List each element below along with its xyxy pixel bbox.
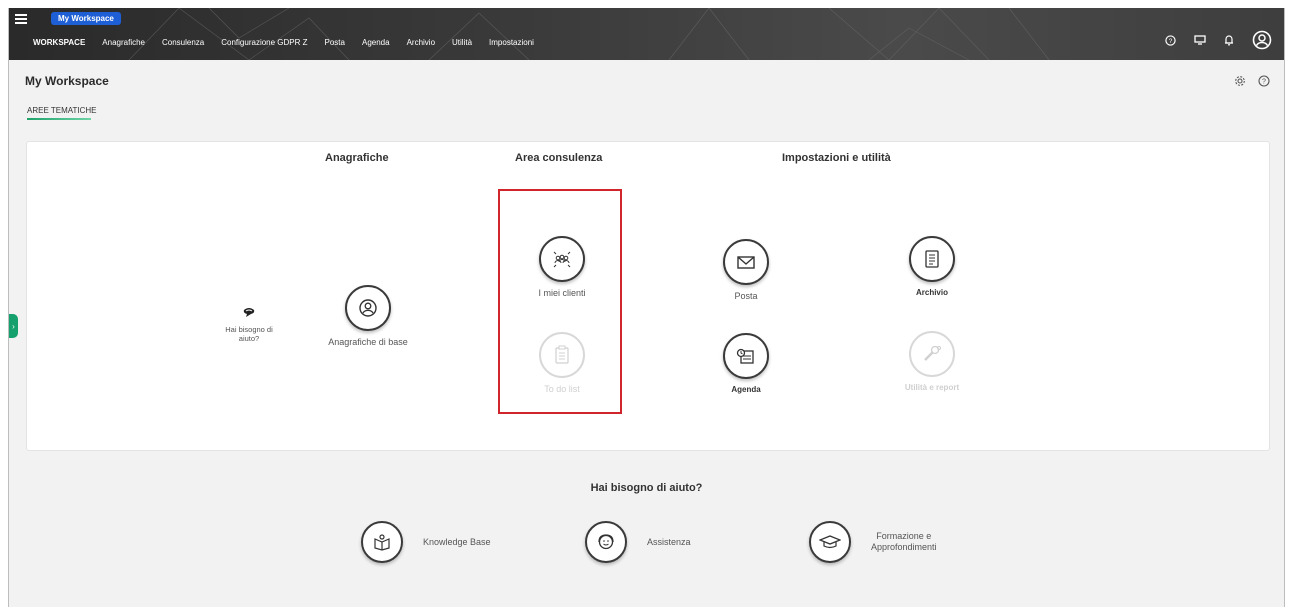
chat-bubble-icon — [243, 308, 255, 317]
svg-text:?: ? — [1169, 37, 1173, 44]
envelope-icon — [723, 239, 769, 285]
svg-text:?: ? — [1262, 79, 1266, 86]
main-nav: WORKSPACE Anagrafiche Consulenza Configu… — [33, 38, 551, 47]
help-formazione-line2: Approfondimenti — [871, 542, 937, 552]
topbar-decoration — [128, 8, 1050, 60]
nav-impostazioni[interactable]: Impostazioni — [489, 38, 534, 47]
help-knowledge-base[interactable]: Knowledge Base — [361, 521, 491, 563]
help-small-link[interactable]: Hai bisogno di aiuto? — [219, 307, 279, 343]
help-section-title: Hai bisogno di aiuto? — [590, 482, 703, 494]
tile-archivio[interactable]: Archivio — [902, 236, 962, 297]
user-circle-icon — [345, 285, 391, 331]
graduation-cap-icon — [809, 521, 851, 563]
top-navigation-bar: My Workspace WORKSPACE Anagrafiche Consu… — [9, 8, 1284, 60]
side-expand-tab[interactable]: › — [9, 314, 18, 338]
app-window: My Workspace WORKSPACE Anagrafiche Consu… — [8, 8, 1285, 607]
monitor-icon[interactable] — [1194, 35, 1206, 45]
tile-label: Archivio — [915, 288, 948, 297]
hamburger-menu-icon[interactable] — [15, 14, 27, 24]
tab-aree-tematiche[interactable]: AREE TEMATICHE — [27, 106, 97, 115]
tile-utilita-e-report[interactable]: Utilità e report — [897, 331, 967, 392]
nav-consulenza[interactable]: Consulenza — [162, 38, 204, 47]
tile-label: Posta — [734, 291, 758, 301]
nav-utilita[interactable]: Utilità — [452, 38, 472, 47]
help-assistenza[interactable]: Assistenza — [585, 521, 691, 563]
topbar-icons: ? — [1165, 30, 1272, 50]
nav-workspace[interactable]: WORKSPACE — [33, 38, 85, 47]
tab-active-indicator — [27, 118, 91, 120]
help-formazione-line1: Formazione e — [876, 531, 932, 541]
document-list-icon — [909, 236, 955, 282]
column-header-anagrafiche: Anagrafiche — [325, 152, 389, 164]
help-item-label: Formazione e Approfondimenti — [871, 531, 937, 553]
workspace-pill[interactable]: My Workspace — [51, 12, 121, 25]
nav-anagrafiche[interactable]: Anagrafiche — [102, 38, 145, 47]
support-face-icon — [585, 521, 627, 563]
nav-configurazione-gdpr[interactable]: Configurazione GDPR Z — [221, 38, 307, 47]
tools-icon — [909, 331, 955, 377]
help-item-label: Assistenza — [647, 536, 691, 547]
tile-anagrafiche-di-base[interactable]: Anagrafiche di base — [323, 285, 413, 347]
tile-posta[interactable]: Posta — [716, 239, 776, 301]
help-small-label: Hai bisogno di aiuto? — [225, 325, 273, 343]
bell-icon[interactable] — [1224, 34, 1234, 46]
tile-label: Anagrafiche di base — [328, 337, 408, 347]
help-circle-icon[interactable]: ? — [1258, 74, 1270, 92]
open-book-icon — [361, 521, 403, 563]
help-formazione[interactable]: Formazione e Approfondimenti — [809, 521, 937, 563]
header-icons: ? — [1234, 74, 1270, 92]
help-item-label: Knowledge Base — [423, 536, 491, 547]
page-title: My Workspace — [25, 74, 109, 88]
user-circle-icon[interactable] — [1252, 30, 1272, 50]
column-header-consulenza: Area consulenza — [515, 152, 603, 164]
settings-gear-icon[interactable] — [1234, 74, 1246, 92]
nav-posta[interactable]: Posta — [325, 38, 345, 47]
nav-archivio[interactable]: Archivio — [407, 38, 435, 47]
column-header-impostazioni: Impostazioni e utilità — [782, 152, 891, 164]
aree-tematiche-card: Anagrafiche Area consulenza Impostazioni… — [26, 141, 1270, 451]
help-circle-icon[interactable]: ? — [1165, 34, 1176, 46]
nav-agenda[interactable]: Agenda — [362, 38, 390, 47]
tile-agenda[interactable]: Agenda — [716, 333, 776, 394]
calendar-clock-icon — [723, 333, 769, 379]
tile-label: Agenda — [731, 385, 761, 394]
tile-label: Utilità e report — [904, 383, 960, 392]
highlight-box — [498, 189, 622, 414]
